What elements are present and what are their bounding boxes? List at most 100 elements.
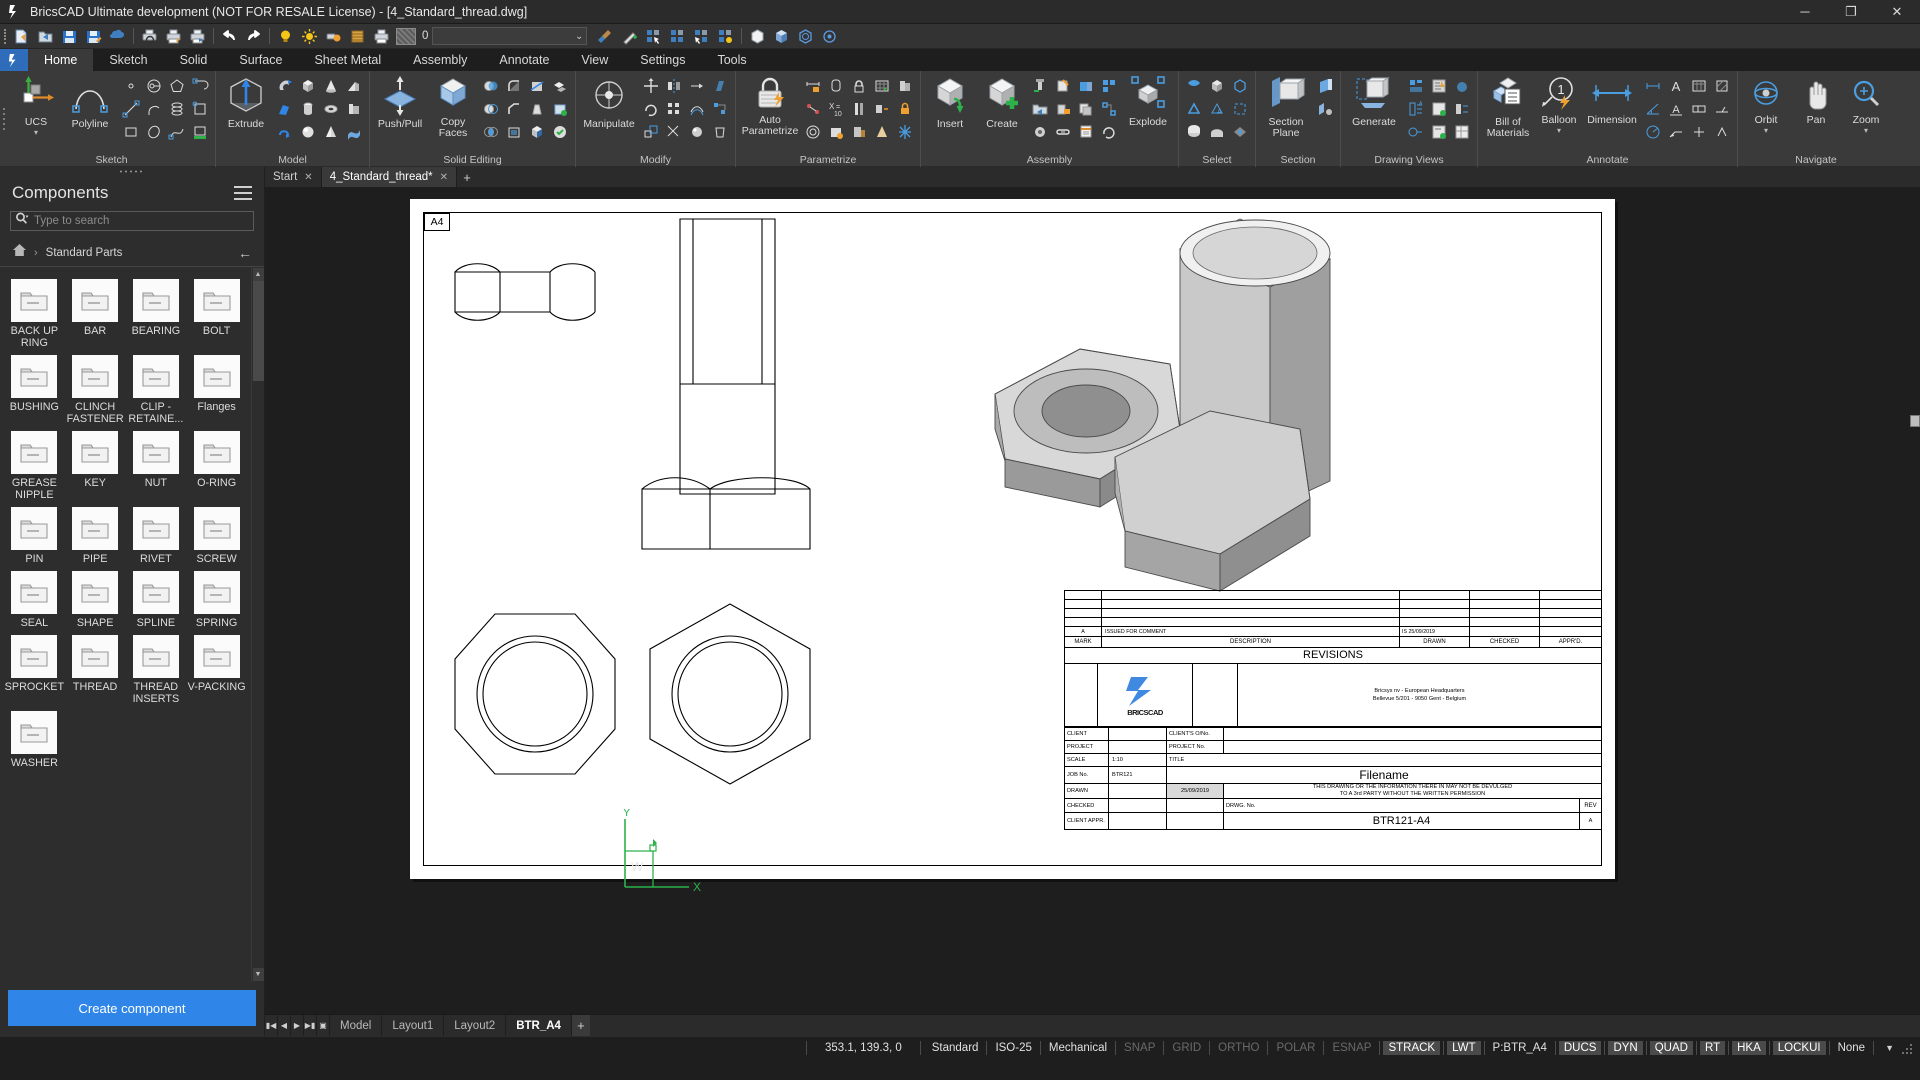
- prev-layout-button[interactable]: ◀: [278, 1015, 291, 1036]
- back-arrow-icon[interactable]: ←: [238, 245, 252, 261]
- wedge-icon[interactable]: [343, 75, 365, 97]
- rev-value[interactable]: A: [1579, 812, 1602, 830]
- section-plane-button[interactable]: Section Plane: [1260, 75, 1312, 139]
- ribbon-tab-home[interactable]: Home: [28, 49, 94, 71]
- lock-layer-icon[interactable]: [322, 25, 345, 47]
- revolve-icon[interactable]: [274, 121, 296, 143]
- ribbon-tab-tools[interactable]: Tools: [701, 49, 762, 71]
- dimension-button[interactable]: Dimension: [1584, 75, 1640, 126]
- clean-icon[interactable]: [549, 98, 571, 120]
- status-item-p-btr-a4[interactable]: P:BTR_A4: [1488, 1041, 1552, 1055]
- status-item-none[interactable]: None: [1833, 1041, 1871, 1055]
- section-settings-icon[interactable]: [1314, 98, 1336, 120]
- next-layout-button[interactable]: ▶: [291, 1015, 304, 1036]
- status-item-ortho[interactable]: ORTHO: [1213, 1041, 1264, 1055]
- ribbon-tab-sheet-metal[interactable]: Sheet Metal: [298, 49, 397, 71]
- component-item[interactable]: CLINCH FASTENER: [65, 351, 126, 425]
- select-edge-icon[interactable]: [1183, 98, 1205, 120]
- select-all-icon[interactable]: [666, 25, 689, 47]
- close-icon[interactable]: ✕: [440, 172, 448, 183]
- mechanical-browser-icon[interactable]: [1098, 75, 1120, 97]
- search-input[interactable]: [34, 215, 249, 227]
- open-assembly-icon[interactable]: [1029, 98, 1051, 120]
- rectangle-icon[interactable]: [120, 121, 142, 143]
- select-boundary-icon[interactable]: [1229, 98, 1251, 120]
- polyline-button[interactable]: Polyline: [62, 75, 118, 130]
- move-icon[interactable]: [640, 75, 662, 97]
- dim-constraint-icon[interactable]: [802, 75, 824, 97]
- component-item[interactable]: CLIP - RETAINE...: [126, 351, 187, 425]
- taper-icon[interactable]: [526, 98, 548, 120]
- node-icon[interactable]: [1098, 98, 1120, 120]
- component-item[interactable]: BUSHING: [4, 351, 65, 425]
- layer-states-icon[interactable]: [346, 25, 369, 47]
- select-eye-icon[interactable]: [1229, 121, 1251, 143]
- extrude-button[interactable]: Extrude: [220, 75, 272, 130]
- save-as-icon[interactable]: [82, 25, 105, 47]
- checked-value[interactable]: [1108, 798, 1167, 813]
- open-folder-icon[interactable]: [34, 25, 57, 47]
- insert-button[interactable]: Insert: [925, 75, 975, 130]
- bolt-insert-icon[interactable]: [1029, 75, 1051, 97]
- cube-shaded-icon[interactable]: [770, 25, 793, 47]
- status-item-strack[interactable]: STRACK: [1383, 1040, 1441, 1055]
- status-item-snap[interactable]: SNAP: [1119, 1041, 1160, 1055]
- view-settings-icon[interactable]: [1428, 121, 1450, 143]
- component-item[interactable]: THREAD INSERTS: [126, 631, 187, 705]
- component-item[interactable]: RIVET: [126, 503, 187, 565]
- document-tab-standard-thread[interactable]: 4_Standard_thread* ✕: [321, 167, 458, 187]
- magic-wand-icon[interactable]: [618, 25, 641, 47]
- scale-value[interactable]: 1:10: [1108, 753, 1167, 767]
- angular-dim-icon[interactable]: [1642, 98, 1664, 120]
- select-highlight-icon[interactable]: [714, 25, 737, 47]
- sphere-icon[interactable]: [297, 121, 319, 143]
- close-icon[interactable]: ✕: [304, 172, 312, 183]
- cube-wireframe-icon[interactable]: [746, 25, 769, 47]
- select-similar-icon[interactable]: [642, 25, 665, 47]
- project-no-value[interactable]: [1223, 740, 1602, 754]
- generate-button[interactable]: Generate: [1345, 75, 1403, 128]
- layer-color-swatch[interactable]: [396, 27, 416, 45]
- linear-dim-icon[interactable]: [1642, 75, 1664, 97]
- status-item-lockui[interactable]: LOCKUI: [1772, 1040, 1826, 1055]
- layout-tab-layout2[interactable]: Layout2: [444, 1015, 507, 1036]
- status-item-ducs[interactable]: DUCS: [1558, 1040, 1602, 1055]
- components-scrollbar[interactable]: ▲ ▼: [251, 267, 264, 982]
- scrollbar-thumb[interactable]: [252, 281, 264, 381]
- chevron-down-icon[interactable]: ▼: [1885, 1043, 1894, 1053]
- component-item[interactable]: BOLT: [186, 275, 247, 349]
- chevron-down-icon[interactable]: ▾: [34, 128, 38, 137]
- expression-icon[interactable]: X = 10: [825, 98, 847, 120]
- leader-icon[interactable]: [1665, 121, 1687, 143]
- select-solid-icon[interactable]: [1206, 75, 1228, 97]
- chamfer-icon[interactable]: [503, 98, 525, 120]
- create-component-button[interactable]: Create component: [8, 990, 256, 1026]
- coincident-icon[interactable]: [802, 98, 824, 120]
- loft-icon[interactable]: [274, 98, 296, 120]
- select-face-icon[interactable]: [1183, 121, 1205, 143]
- spline-fit-icon[interactable]: [189, 75, 211, 97]
- polygon-icon[interactable]: [166, 75, 188, 97]
- component-item[interactable]: BEARING: [126, 275, 187, 349]
- rotate-icon[interactable]: [640, 98, 662, 120]
- add-layout-button[interactable]: +: [571, 1015, 590, 1036]
- zoom-button[interactable]: Zoom ▾: [1842, 75, 1890, 135]
- view-layout-icon[interactable]: [1451, 121, 1473, 143]
- status-item-dyn[interactable]: DYN: [1608, 1040, 1643, 1055]
- shell-icon[interactable]: [503, 121, 525, 143]
- spline-icon[interactable]: [166, 121, 188, 143]
- shape-param-icon[interactable]: [894, 75, 916, 97]
- tangent-icon[interactable]: [825, 75, 847, 97]
- hamburger-menu-icon[interactable]: [234, 186, 252, 200]
- component-item[interactable]: BACK UP RING: [4, 275, 65, 349]
- status-item-quad[interactable]: QUAD: [1649, 1040, 1693, 1055]
- home-icon[interactable]: [12, 243, 27, 262]
- export-cloud-icon[interactable]: [106, 25, 129, 47]
- auto-parametrize-button[interactable]: Auto Parametrize: [740, 75, 800, 137]
- app-menu-button[interactable]: [0, 49, 28, 71]
- slice-icon[interactable]: [526, 75, 548, 97]
- component-item[interactable]: WASHER: [4, 707, 65, 769]
- ribbon-tab-settings[interactable]: Settings: [624, 49, 701, 71]
- panel-resize-handle[interactable]: [1910, 415, 1920, 427]
- refresh-icon[interactable]: [1098, 121, 1120, 143]
